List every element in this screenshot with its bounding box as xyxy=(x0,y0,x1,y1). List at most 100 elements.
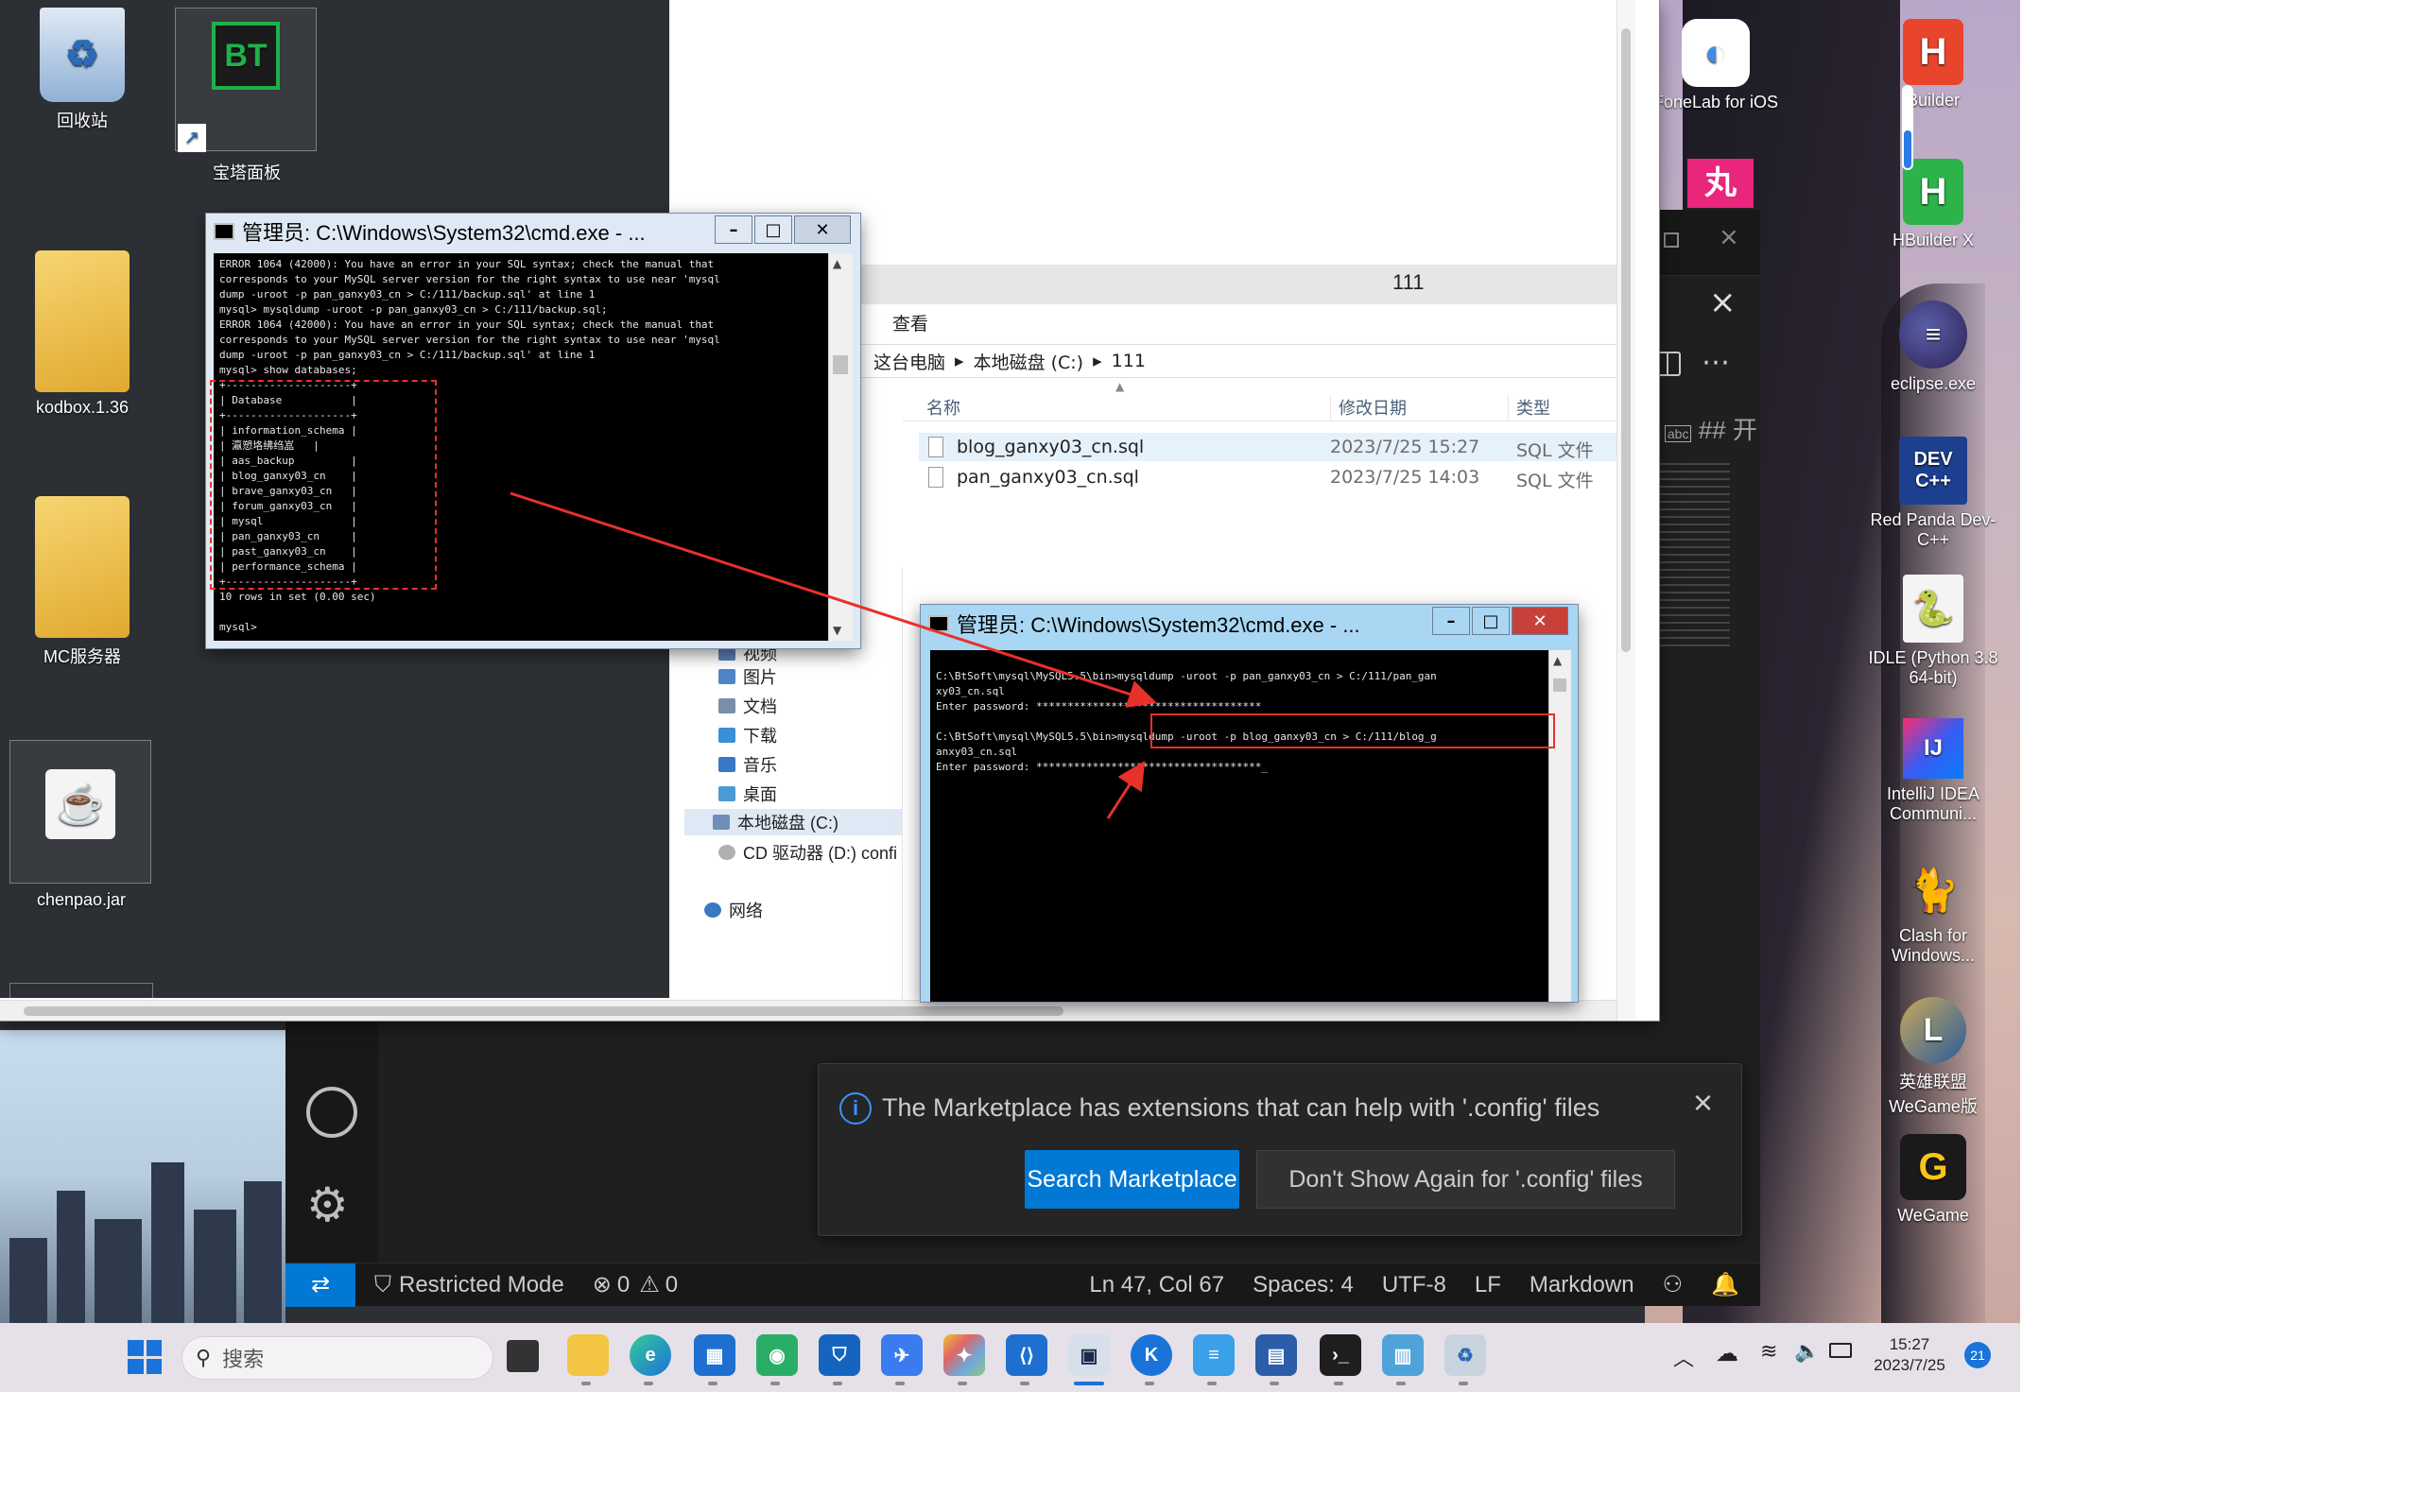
app-icon-pink[interactable]: 丸 xyxy=(1687,159,1754,208)
cmd2-scrollbar[interactable]: ▲ xyxy=(1548,650,1571,1002)
maximize-button[interactable]: □ xyxy=(1472,607,1510,635)
desktop-icon-recycle-bin-layer[interactable]: ♻ 回收站 xyxy=(11,8,153,132)
explorer-vertical-scrollbar[interactable] xyxy=(1616,0,1635,1021)
desktop-icon-intellij[interactable]: IJ IntelliJ IDEA Communi... xyxy=(1862,718,2004,824)
terminal-icon[interactable]: ›_ xyxy=(1320,1334,1361,1376)
desktop-icon-bt-panel-layer[interactable]: BT ↗ 宝塔面板 xyxy=(175,8,317,182)
desktop-icon-chenpao-jar-layer[interactable]: ☕ chenpao.jar xyxy=(9,740,151,909)
control-panel-icon[interactable]: ▥ xyxy=(1382,1334,1424,1376)
search-marketplace-button[interactable]: Search Marketplace xyxy=(1025,1150,1239,1209)
task-view-icon[interactable] xyxy=(507,1340,539,1372)
cmd1-scrollbar[interactable]: ▲ ▼ xyxy=(828,253,853,641)
start-button[interactable] xyxy=(128,1340,162,1374)
tray-chevron-icon[interactable]: ︿ xyxy=(1673,1342,1694,1372)
sql-file-icon xyxy=(928,467,943,488)
close-editor-icon[interactable]: × xyxy=(1709,284,1737,321)
settings-gear-icon[interactable]: ⚙ xyxy=(306,1179,349,1230)
java-icon: ☕ xyxy=(45,769,115,839)
address-bar[interactable]: 这台电脑 ▸ 本地磁盘 (C:) ▸ 111 xyxy=(860,344,1616,378)
menu-view[interactable]: 查看 xyxy=(892,310,928,335)
vscode-taskbar-icon[interactable]: ⟨⟩ xyxy=(1006,1334,1047,1376)
dev-cpp-icon: DEV C++ xyxy=(1899,437,1967,505)
close-button[interactable]: ✕ xyxy=(794,215,851,244)
desktop-icon-idle[interactable]: 🐍 IDLE (Python 3.8 64-bit) xyxy=(1862,575,2004,688)
desktop-icon-fonelab[interactable]: ◐ FoneLab for iOS xyxy=(1645,19,1787,112)
notepad-icon[interactable]: ≡ xyxy=(1193,1334,1235,1376)
account-icon[interactable] xyxy=(306,1087,357,1138)
nav-desktop[interactable]: 桌面 xyxy=(718,782,777,806)
desktop-icon-clash[interactable]: 🐈 Clash for Windows... xyxy=(1862,860,2004,966)
recycle-taskbar-icon[interactable]: ♻ xyxy=(1444,1334,1486,1376)
desktop-icon-hbuilderx[interactable]: H HBuilder X xyxy=(1862,159,2004,250)
wifi-icon[interactable]: ≋ xyxy=(1760,1340,1777,1364)
file-explorer-taskbar-icon[interactable] xyxy=(567,1334,609,1376)
desktop-icon-lol[interactable]: L 英雄联盟 WeGame版 xyxy=(1862,997,2004,1118)
cmd-taskbar-icon[interactable]: ▣ xyxy=(1068,1334,1110,1376)
restore-icon[interactable] xyxy=(1664,232,1679,248)
terminal-line: C:\BtSoft\mysql\MySQL5.5\bin>mysqldump -… xyxy=(936,670,1437,682)
more-actions-icon[interactable]: ⋯ xyxy=(1702,346,1730,379)
column-name[interactable]: 名称 xyxy=(926,395,960,420)
folder-icon xyxy=(35,496,130,638)
terminal-line: Enter password: ************************… xyxy=(936,700,1262,713)
python-icon: 🐍 xyxy=(1903,575,1963,643)
close-button[interactable]: ✕ xyxy=(1512,607,1568,635)
language-mode-item[interactable]: Markdown xyxy=(1530,1272,1634,1298)
nav-network[interactable]: 网络 xyxy=(704,898,763,922)
file-row[interactable]: blog_ganxy03_cn.sql 2023/7/25 15:27 SQL … xyxy=(919,433,1616,461)
feedback-icon[interactable]: ⚇ xyxy=(1663,1271,1684,1298)
notification-close-icon[interactable]: × xyxy=(1693,1083,1713,1123)
kodbox-taskbar-icon[interactable]: K xyxy=(1131,1334,1172,1376)
file-row[interactable]: pan_ganxy03_cn.sql 2023/7/25 14:03 SQL 文… xyxy=(919,463,1616,491)
close-window-icon[interactable]: × xyxy=(1719,223,1739,251)
edge-icon[interactable]: e xyxy=(630,1334,671,1376)
remote-button[interactable]: ⇄ xyxy=(285,1263,355,1307)
notification-count-badge[interactable]: 21 xyxy=(1964,1342,1991,1368)
encoding-item[interactable]: UTF-8 xyxy=(1382,1272,1446,1298)
desktop-icon-partial[interactable] xyxy=(9,983,153,1002)
desktop-icon-mc-server-layer[interactable]: MC服务器 xyxy=(11,496,153,668)
nav-local-disk[interactable]: 本地磁盘 (C:) xyxy=(684,809,902,835)
desktop-icon-eclipse[interactable]: ≡ eclipse.exe xyxy=(1862,301,2004,394)
cursor-position-item[interactable]: Ln 47, Col 67 xyxy=(1089,1272,1224,1298)
restricted-mode-item[interactable]: ⛉ Restricted Mode xyxy=(374,1272,564,1298)
explorer-horizontal-scrollbar[interactable] xyxy=(0,1000,1616,1021)
nav-music[interactable]: 音乐 xyxy=(718,752,777,777)
desktop-icon-redpanda[interactable]: DEV C++ Red Panda Dev-C++ xyxy=(1862,437,2004,550)
column-type[interactable]: 类型 xyxy=(1508,395,1550,420)
problems-item[interactable]: ⊗ 0 ⚠ 0 xyxy=(593,1271,678,1298)
cmd-icon xyxy=(928,615,949,632)
desktop-icon-builder[interactable]: H Builder xyxy=(1862,19,2004,111)
wallpaper-city xyxy=(0,1030,285,1323)
minimize-button[interactable]: – xyxy=(715,215,752,244)
dont-show-again-button[interactable]: Don't Show Again for '.config' files xyxy=(1256,1150,1675,1209)
eol-item[interactable]: LF xyxy=(1475,1272,1501,1298)
notifications-bell-icon[interactable]: 🔔 xyxy=(1711,1271,1739,1298)
nav-documents[interactable]: 文档 xyxy=(718,694,777,718)
onedrive-icon[interactable]: ☁ xyxy=(1716,1340,1738,1366)
taskbar-search-box[interactable]: ⚲ 搜索 xyxy=(182,1336,493,1380)
documents-folder-icon xyxy=(718,698,735,713)
cmd2-terminal-output[interactable]: C:\BtSoft\mysql\MySQL5.5\bin>mysqldump -… xyxy=(930,650,1548,1002)
desktop-icon-wegame[interactable]: G WeGame xyxy=(1862,1134,2004,1226)
cmd1-window-buttons: – □ ✕ xyxy=(713,215,851,244)
volume-icon[interactable]: 🔈 xyxy=(1794,1340,1820,1364)
dingtalk-icon[interactable]: ✈ xyxy=(881,1334,923,1376)
nav-downloads[interactable]: 下载 xyxy=(718,723,777,747)
nav-cd-drive[interactable]: CD 驱动器 (D:) confi xyxy=(718,840,897,865)
app-blue-icon[interactable]: ⛉ xyxy=(819,1334,860,1376)
indentation-item[interactable]: Spaces: 4 xyxy=(1253,1272,1354,1298)
colorful-app-icon[interactable]: ✦ xyxy=(943,1334,985,1376)
minimize-button[interactable]: – xyxy=(1432,607,1470,635)
hbuilder-red-icon: H xyxy=(1903,19,1963,85)
maximize-button[interactable]: □ xyxy=(754,215,792,244)
column-date[interactable]: 修改日期 xyxy=(1330,395,1407,420)
battery-icon[interactable] xyxy=(1829,1343,1852,1358)
remote-desktop-icon[interactable]: ▤ xyxy=(1255,1334,1297,1376)
tray-clock[interactable]: 15:27 2023/7/25 xyxy=(1872,1334,1947,1376)
progress-indicator xyxy=(1902,85,1913,170)
store-icon[interactable]: ▦ xyxy=(694,1334,735,1376)
wechat-icon[interactable]: ◉ xyxy=(756,1334,798,1376)
nav-pictures[interactable]: 图片 xyxy=(718,664,777,689)
desktop-icon-kodbox-layer[interactable]: kodbox.1.36 xyxy=(11,250,153,418)
